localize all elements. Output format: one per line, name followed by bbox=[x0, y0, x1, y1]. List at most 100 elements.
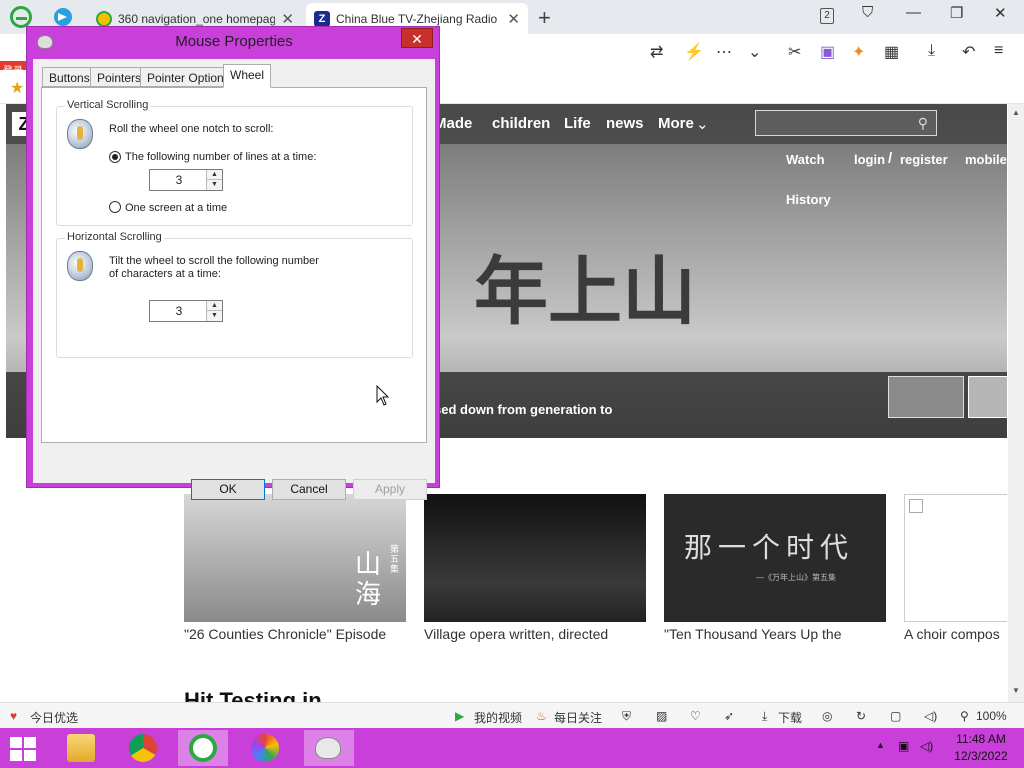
nav-news[interactable]: news bbox=[606, 115, 644, 132]
zoom-level[interactable]: 100% bbox=[976, 709, 1007, 723]
tab-close-icon[interactable]: ✕ bbox=[281, 10, 294, 28]
watch-link[interactable]: Watch bbox=[786, 152, 825, 167]
chevron-down-icon[interactable]: ⌄ bbox=[748, 42, 761, 62]
chrome-icon bbox=[129, 734, 157, 762]
window-icon[interactable]: ▢ bbox=[890, 709, 901, 723]
star-icon[interactable]: ★ bbox=[10, 78, 24, 98]
apps-grid-icon[interactable]: ▦ bbox=[884, 42, 899, 62]
network-icon[interactable]: ▣ bbox=[898, 739, 909, 753]
rocket-icon[interactable]: ➶ bbox=[724, 709, 734, 723]
window-close-button[interactable]: ✕ bbox=[994, 4, 1007, 22]
menu-icon[interactable]: ≡ bbox=[994, 42, 1003, 60]
login-link[interactable]: login bbox=[854, 152, 885, 167]
mouse-properties-task[interactable] bbox=[304, 730, 354, 766]
one-screen-radio[interactable] bbox=[109, 201, 121, 213]
search-icon[interactable]: ⚲ bbox=[918, 115, 928, 132]
one-screen-label[interactable]: One screen at a time bbox=[125, 202, 227, 215]
undo-icon[interactable]: ↶ bbox=[962, 42, 975, 62]
hero-caption[interactable]: sed down from generation to bbox=[434, 402, 612, 417]
lines-option-label[interactable]: The following number of lines at a time: bbox=[125, 151, 316, 164]
volume-icon[interactable]: ◁) bbox=[920, 739, 933, 753]
lines-stepper[interactable]: 3 ▲ ▼ bbox=[149, 169, 223, 191]
more-dots-icon[interactable]: ⋯ bbox=[716, 42, 732, 62]
register-link[interactable]: register bbox=[900, 152, 948, 167]
hero-thumbnail[interactable] bbox=[968, 376, 1007, 418]
restore-button[interactable]: ❐ bbox=[950, 4, 963, 22]
stepper-down-icon[interactable]: ▼ bbox=[206, 180, 222, 190]
my-video-link[interactable]: 我的视频 bbox=[474, 709, 522, 726]
video-card[interactable]: 山海 第五集 bbox=[184, 494, 406, 622]
browser-logo-icon[interactable] bbox=[10, 6, 32, 28]
image-icon[interactable]: ▨ bbox=[656, 709, 667, 723]
daily-picks-link[interactable]: 今日优选 bbox=[30, 709, 78, 726]
tab-wheel[interactable]: Wheel bbox=[223, 64, 272, 88]
video-card[interactable]: 那一个时代 —《万年上山》第五集 bbox=[664, 494, 886, 622]
vertical-scrolling-group: Vertical Scrolling Roll the wheel one no… bbox=[56, 99, 413, 226]
horizontal-instruction-line1: Tilt the wheel to scroll the following n… bbox=[109, 255, 319, 267]
tray-expand-icon[interactable]: ▲ bbox=[876, 740, 885, 750]
new-tab-button[interactable]: + bbox=[538, 5, 551, 31]
cancel-button[interactable]: Cancel bbox=[272, 479, 346, 500]
download-icon[interactable]: ⤓ bbox=[762, 709, 767, 724]
characters-stepper[interactable]: 3 ▲ ▼ bbox=[149, 300, 223, 322]
photos-app-task[interactable] bbox=[240, 730, 290, 766]
scroll-up-icon[interactable]: ▲ bbox=[1012, 108, 1020, 117]
daily-focus-link[interactable]: 每日关注 bbox=[554, 709, 602, 726]
heartbeat-icon[interactable]: ♡ bbox=[690, 709, 701, 723]
lines-at-a-time-radio[interactable] bbox=[109, 151, 121, 163]
stepper-down-icon[interactable]: ▼ bbox=[206, 311, 222, 321]
history-link[interactable]: History bbox=[786, 192, 831, 207]
lines-value[interactable]: 3 bbox=[150, 173, 208, 187]
card-title[interactable]: A choir compos bbox=[904, 626, 1007, 642]
zoom-icon[interactable]: ⚲ bbox=[960, 709, 969, 723]
heart-icon: ♥ bbox=[10, 709, 18, 723]
card-title[interactable]: "Ten Thousand Years Up the bbox=[664, 626, 886, 642]
translate-app-icon[interactable]: ▣ bbox=[820, 42, 835, 62]
apply-button[interactable]: Apply bbox=[353, 479, 427, 500]
tab-buttons[interactable]: Buttons bbox=[42, 67, 97, 87]
tab-close-icon[interactable]: ✕ bbox=[507, 10, 520, 28]
card-title[interactable]: Village opera written, directed bbox=[424, 626, 646, 642]
mobile-link[interactable]: mobile bbox=[965, 152, 1007, 167]
volume-icon[interactable]: ◁) bbox=[924, 709, 937, 723]
site-search-input[interactable]: ⚲ bbox=[755, 110, 937, 136]
scissors-icon[interactable]: ✂ bbox=[788, 42, 801, 62]
video-card[interactable] bbox=[424, 494, 646, 622]
window-count-badge[interactable]: 2 bbox=[820, 8, 834, 24]
download-icon[interactable]: ⤓ bbox=[928, 42, 935, 60]
windows-taskbar: ▲ ▣ ◁) 11:48 AM 12/3/2022 bbox=[0, 728, 1024, 768]
browser-status-bar: ♥ 今日优选 ▶ 我的视频 ♨ 每日关注 ⛨ ▨ ♡ ➶ ⤓ 下载 ◎ ↻ ▢ … bbox=[0, 702, 1024, 728]
video-card-broken-image[interactable] bbox=[904, 494, 1007, 622]
stepper-up-icon[interactable]: ▲ bbox=[206, 301, 222, 311]
chrome-task[interactable] bbox=[118, 730, 168, 766]
nav-more[interactable]: More bbox=[658, 115, 694, 132]
game-icon[interactable]: ✦ bbox=[852, 42, 865, 62]
characters-value[interactable]: 3 bbox=[150, 304, 208, 318]
scroll-down-icon[interactable]: ▼ bbox=[1012, 686, 1020, 695]
shirt-icon[interactable]: ⛉ bbox=[862, 4, 873, 21]
nav-children[interactable]: children bbox=[492, 115, 550, 132]
ok-button[interactable]: OK bbox=[191, 479, 265, 500]
file-explorer-task[interactable] bbox=[56, 730, 106, 766]
download-link[interactable]: 下载 bbox=[778, 709, 802, 726]
clock-time[interactable]: 11:48 AM bbox=[946, 732, 1016, 746]
minimize-button[interactable]: — bbox=[906, 4, 921, 21]
shield-icon[interactable]: ⛨ bbox=[622, 709, 631, 724]
page-scrollbar[interactable]: ▲ ▼ bbox=[1008, 104, 1024, 702]
lightning-icon[interactable]: ⚡ bbox=[684, 42, 704, 62]
card-title[interactable]: "26 Counties Chronicle" Episode bbox=[184, 626, 406, 642]
telegram-icon[interactable] bbox=[54, 8, 72, 26]
dialog-close-button[interactable]: ✕ bbox=[401, 28, 433, 48]
clock-date[interactable]: 12/3/2022 bbox=[946, 749, 1016, 763]
translate-icon[interactable]: ⇄ bbox=[650, 42, 663, 62]
stepper-up-icon[interactable]: ▲ bbox=[206, 170, 222, 180]
card-overlay-text: 山海 bbox=[354, 550, 381, 610]
chevron-down-icon[interactable]: ⌄ bbox=[696, 115, 709, 133]
360-browser-task[interactable] bbox=[178, 730, 228, 766]
mouse-cursor-icon bbox=[376, 385, 390, 406]
hero-thumbnail[interactable] bbox=[888, 376, 964, 418]
headset-icon[interactable]: ◎ bbox=[822, 709, 832, 723]
nav-life[interactable]: Life bbox=[564, 115, 591, 132]
refresh-icon[interactable]: ↻ bbox=[856, 709, 866, 723]
windows-start-icon[interactable] bbox=[10, 737, 36, 761]
